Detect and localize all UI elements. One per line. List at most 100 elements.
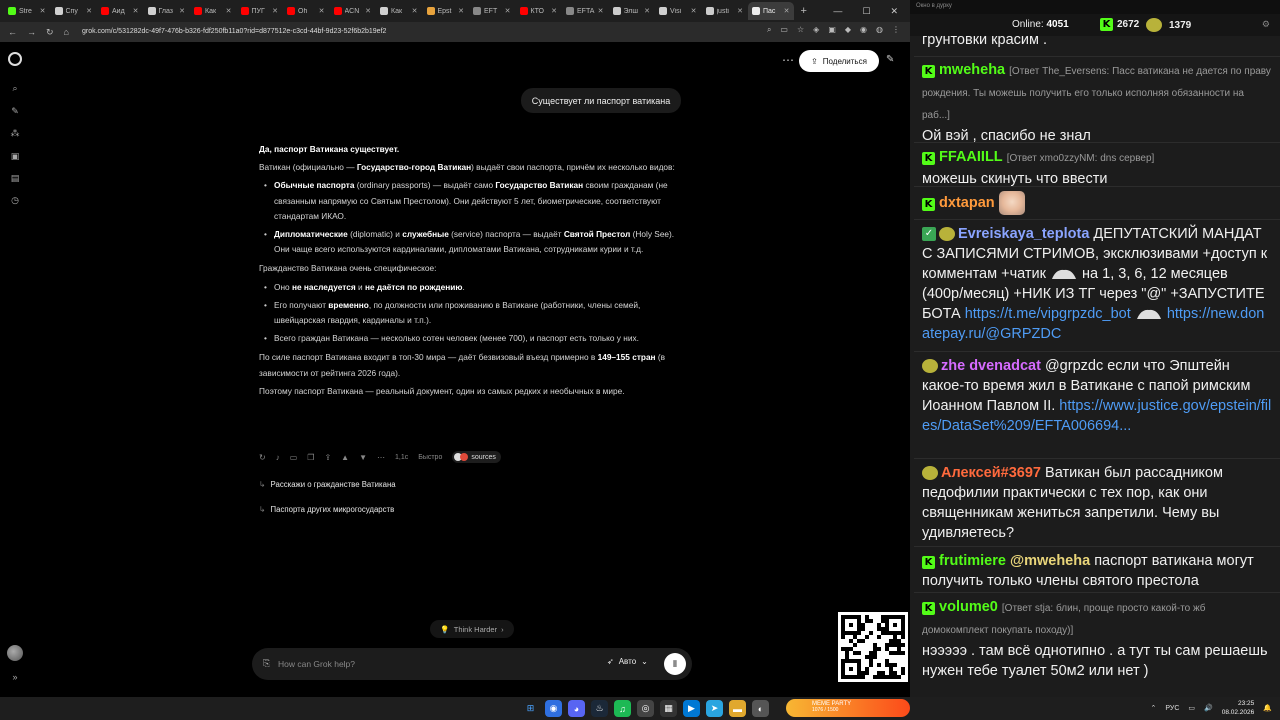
- tab-close-icon[interactable]: ✕: [691, 7, 697, 15]
- new-tab-button[interactable]: +: [801, 5, 807, 17]
- tray-chevron-icon[interactable]: ⌃: [1150, 704, 1156, 712]
- folder-icon[interactable]: ▬: [729, 700, 746, 717]
- reload-icon[interactable]: ↻: [46, 27, 54, 38]
- tab-close-icon[interactable]: ✕: [458, 7, 464, 15]
- browser-tab[interactable]: Глаз ✕: [144, 2, 190, 20]
- new-chat-icon[interactable]: ✎: [9, 105, 21, 117]
- steam-icon[interactable]: ♨: [591, 700, 608, 717]
- browser-tab[interactable]: ACN ✕: [330, 2, 376, 20]
- meme-party-widget[interactable]: MEME PARTY 1076 / 1500: [786, 699, 910, 717]
- browser-tab[interactable]: Как ✕: [190, 2, 236, 20]
- extension-icon[interactable]: ◆: [845, 25, 851, 35]
- tab-close-icon[interactable]: ✕: [86, 7, 92, 15]
- model-selector[interactable]: ➶ Авто ⌄: [607, 657, 648, 666]
- chrome-icon[interactable]: ◉: [545, 700, 562, 717]
- extension-icon[interactable]: ▣: [828, 25, 836, 35]
- share-icon[interactable]: ⇪: [324, 453, 331, 462]
- attach-icon[interactable]: ⎘: [263, 658, 270, 669]
- app-icon[interactable]: ▦: [660, 700, 677, 717]
- more-options-icon[interactable]: ⋯: [782, 53, 794, 67]
- search-icon[interactable]: ⌕: [767, 25, 771, 35]
- bookmark-star-icon[interactable]: ☆: [797, 25, 804, 35]
- browser-tab[interactable]: Как ✕: [376, 2, 422, 20]
- prompt-input[interactable]: [278, 656, 578, 672]
- tab-close-icon[interactable]: ✕: [40, 7, 46, 15]
- tab-close-icon[interactable]: ✕: [737, 7, 743, 15]
- tab-close-icon[interactable]: ✕: [319, 7, 325, 15]
- voice-icon[interactable]: ⁂: [9, 127, 21, 139]
- history-icon[interactable]: ◷: [9, 194, 21, 206]
- copy-icon[interactable]: ❐: [307, 453, 314, 462]
- edit-icon[interactable]: ✎: [886, 54, 894, 65]
- chat-username[interactable]: zhe dvenadcat: [941, 358, 1041, 374]
- chat-username[interactable]: frutimiere: [939, 553, 1006, 569]
- site-info-icon[interactable]: ⌂: [64, 27, 69, 37]
- chat-username[interactable]: mweheha: [939, 62, 1005, 78]
- message-link[interactable]: https://t.me/vipgrpzdc_bot: [965, 306, 1131, 322]
- followup-suggestion[interactable]: ↳ Расскажи о гражданстве Ватикана: [259, 480, 396, 489]
- settings-icon[interactable]: ⚙: [1262, 19, 1270, 30]
- tab-close-icon[interactable]: ✕: [551, 7, 557, 15]
- menu-icon[interactable]: ⋮: [892, 25, 900, 35]
- app-icon[interactable]: ◐: [752, 700, 769, 717]
- tab-close-icon[interactable]: ✕: [505, 7, 511, 15]
- clock[interactable]: 23:25 08.02.2026: [1222, 699, 1255, 717]
- url-field[interactable]: grok.com/c/531282dc-49f7-476b-b326-fdf25…: [82, 25, 642, 39]
- think-harder-button[interactable]: 💡 Think Harder ›: [430, 620, 514, 638]
- tab-close-icon[interactable]: ✕: [226, 7, 232, 15]
- chat-username[interactable]: volume0: [939, 599, 998, 615]
- search-icon[interactable]: ⌕: [9, 82, 21, 94]
- browser-tab[interactable]: Пас ✕: [748, 2, 794, 20]
- discord-icon[interactable]: ◕: [568, 700, 585, 717]
- cast-icon[interactable]: ▭: [780, 25, 788, 35]
- share-button[interactable]: ⇪ Поделиться: [799, 50, 879, 72]
- browser-tab[interactable]: EFTA ✕: [562, 2, 608, 20]
- browser-tab[interactable]: Visi ✕: [655, 2, 701, 20]
- extension-icon[interactable]: ◈: [813, 25, 819, 35]
- app-icon[interactable]: ▶: [683, 700, 700, 717]
- profile-icon[interactable]: ◍: [876, 25, 883, 35]
- imagine-icon[interactable]: ▣: [9, 150, 21, 162]
- read-aloud-icon[interactable]: ♪: [276, 453, 280, 462]
- browser-tab[interactable]: Элш ✕: [609, 2, 655, 20]
- browser-tab[interactable]: Oh ✕: [283, 2, 329, 20]
- chat-username[interactable]: Алексей#3697: [941, 465, 1041, 481]
- back-icon[interactable]: ←: [8, 27, 17, 37]
- maximize-icon[interactable]: ☐: [862, 6, 870, 17]
- browser-tab[interactable]: Epst ✕: [423, 2, 469, 20]
- thumbs-up-icon[interactable]: ▲: [341, 453, 349, 462]
- mention[interactable]: @mweheha: [1010, 553, 1090, 569]
- browser-tab[interactable]: КТО ✕: [516, 2, 562, 20]
- tab-close-icon[interactable]: ✕: [598, 7, 604, 15]
- thumbs-down-icon[interactable]: ▼: [359, 453, 367, 462]
- minimize-icon[interactable]: —: [833, 6, 842, 16]
- volume-icon[interactable]: 🔊: [1204, 704, 1213, 712]
- followup-suggestion[interactable]: ↳ Паспорта других микрогосударств: [259, 505, 394, 514]
- voice-mode-button[interactable]: ⦀: [664, 653, 686, 675]
- tab-close-icon[interactable]: ✕: [179, 7, 185, 15]
- tab-close-icon[interactable]: ✕: [412, 7, 418, 15]
- windows-start-icon[interactable]: ⊞: [522, 700, 539, 717]
- avatar[interactable]: [7, 645, 23, 661]
- telegram-icon[interactable]: ➤: [706, 700, 723, 717]
- tab-close-icon[interactable]: ✕: [644, 7, 650, 15]
- chat-username[interactable]: dxtapan: [939, 195, 995, 211]
- tab-close-icon[interactable]: ✕: [133, 7, 139, 15]
- network-icon[interactable]: ▭: [1188, 704, 1195, 712]
- regenerate-icon[interactable]: ↻: [259, 453, 266, 462]
- browser-tab[interactable]: Спу ✕: [51, 2, 97, 20]
- language-indicator[interactable]: РУС: [1165, 705, 1179, 712]
- expand-sidebar-icon[interactable]: »: [9, 671, 21, 683]
- notification-icon[interactable]: 🔔: [1263, 704, 1272, 712]
- chat-username[interactable]: Evreiskaya_teplota: [958, 226, 1089, 242]
- sources-button[interactable]: sources: [452, 451, 501, 463]
- close-icon[interactable]: ✕: [890, 6, 898, 17]
- tab-close-icon[interactable]: ✕: [272, 7, 278, 15]
- extension-icon[interactable]: ◉: [860, 25, 867, 35]
- more-icon[interactable]: ⋯: [377, 453, 385, 462]
- obs-icon[interactable]: ◎: [637, 700, 654, 717]
- browser-tab[interactable]: EFT ✕: [469, 2, 515, 20]
- browser-tab[interactable]: ПУГ ✕: [237, 2, 283, 20]
- forward-icon[interactable]: →: [27, 27, 36, 37]
- tab-close-icon[interactable]: ✕: [365, 7, 371, 15]
